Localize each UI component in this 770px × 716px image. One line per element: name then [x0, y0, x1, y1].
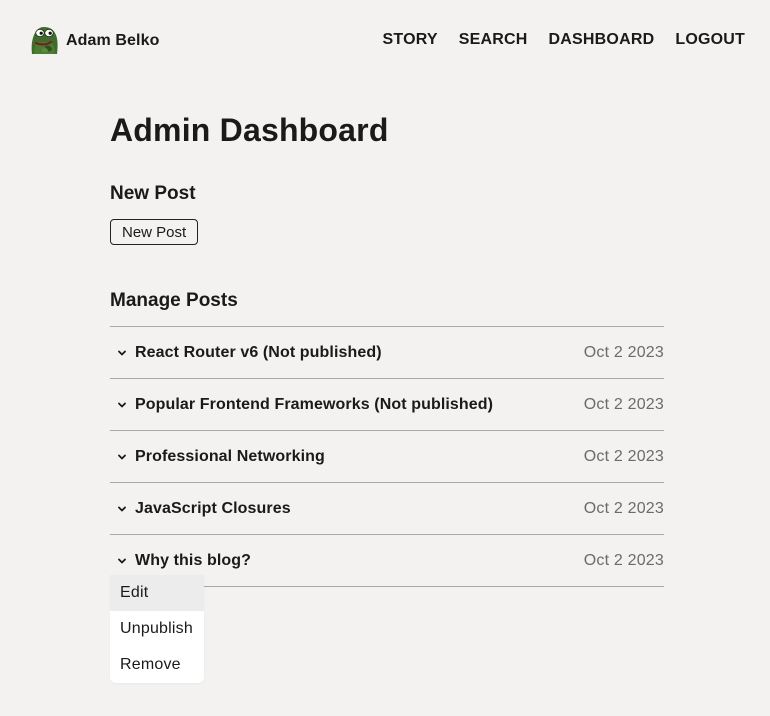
top-navigation-bar: Adam Belko STORY SEARCH DASHBOARD LOGOUT — [0, 0, 770, 82]
nav-link-story[interactable]: STORY — [383, 31, 438, 49]
nav-link-dashboard[interactable]: DASHBOARD — [549, 31, 655, 49]
post-date: Oct 2 2023 — [583, 343, 664, 361]
post-row[interactable]: Popular Frontend Frameworks (Not publish… — [110, 379, 664, 431]
post-row[interactable]: React Router v6 (Not published) Oct 2 20… — [110, 327, 664, 379]
brand-name: Adam Belko — [66, 31, 160, 49]
post-date: Oct 2 2023 — [583, 447, 664, 465]
post-date: Oct 2 2023 — [583, 499, 664, 517]
frog-avatar-icon — [31, 27, 58, 54]
menu-item-edit[interactable]: Edit — [110, 575, 204, 611]
new-post-button[interactable]: New Post — [110, 219, 199, 245]
chevron-down-icon[interactable] — [117, 556, 127, 566]
brand-home-link[interactable]: Adam Belko — [29, 24, 159, 57]
post-actions-menu: Edit Unpublish Remove — [110, 575, 204, 683]
post-date: Oct 2 2023 — [583, 395, 664, 413]
post-date: Oct 2 2023 — [583, 551, 664, 569]
post-title: Professional Networking — [135, 447, 325, 465]
menu-item-unpublish[interactable]: Unpublish — [110, 611, 204, 647]
page-title: Admin Dashboard — [110, 112, 389, 148]
post-title: Popular Frontend Frameworks (Not publish… — [135, 395, 494, 413]
post-list: React Router v6 (Not published) Oct 2 20… — [110, 326, 664, 587]
post-row[interactable]: Professional Networking Oct 2 2023 — [110, 431, 664, 483]
new-post-heading: New Post — [110, 183, 196, 204]
chevron-down-icon[interactable] — [117, 452, 127, 462]
post-title: JavaScript Closures — [135, 499, 291, 517]
menu-item-remove[interactable]: Remove — [110, 647, 204, 683]
post-title: Why this blog? — [135, 551, 252, 569]
dashboard-main: Admin Dashboard New Post New Post Manage… — [110, 110, 664, 587]
chevron-down-icon[interactable] — [117, 504, 127, 514]
main-nav: STORY SEARCH DASHBOARD LOGOUT — [383, 31, 745, 49]
nav-link-search[interactable]: SEARCH — [459, 31, 528, 49]
nav-link-logout[interactable]: LOGOUT — [675, 31, 745, 49]
post-row[interactable]: JavaScript Closures Oct 2 2023 — [110, 483, 664, 535]
manage-posts-heading: Manage Posts — [110, 290, 238, 311]
post-title: React Router v6 (Not published) — [135, 343, 382, 361]
chevron-down-icon[interactable] — [117, 348, 127, 358]
chevron-down-icon[interactable] — [117, 400, 127, 410]
